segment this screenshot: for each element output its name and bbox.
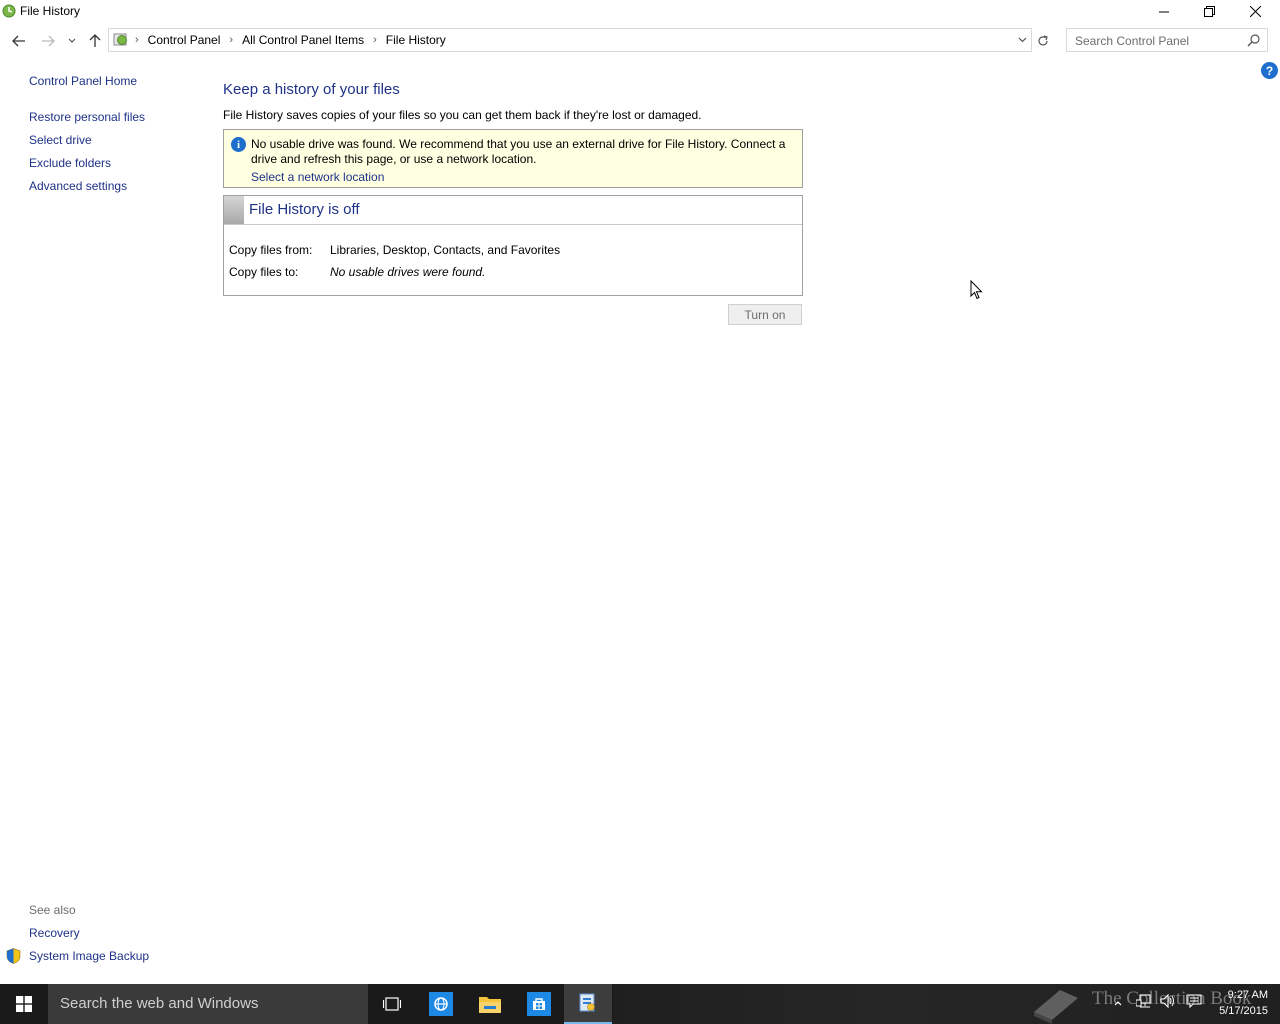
file-explorer-taskbar-button[interactable] <box>466 984 514 1024</box>
system-image-backup-link[interactable]: System Image Backup <box>29 949 149 963</box>
search-input[interactable] <box>1073 32 1247 50</box>
control-panel-home-link[interactable]: Control Panel Home <box>29 74 137 88</box>
start-button[interactable] <box>0 984 48 1024</box>
page-description: File History saves copies of your files … <box>223 108 702 122</box>
search-box[interactable] <box>1066 28 1268 52</box>
help-button[interactable]: ? <box>1261 62 1278 79</box>
info-message: No usable drive was found. We recommend … <box>251 137 786 166</box>
breadcrumb-separator-icon[interactable]: › <box>135 34 139 46</box>
restore-icon <box>1203 5 1215 17</box>
minimize-button[interactable] <box>1141 0 1187 22</box>
forward-arrow-icon <box>42 35 55 47</box>
control-panel-taskbar-button[interactable] <box>564 984 612 1024</box>
window-title: File History <box>20 4 81 18</box>
chevron-down-icon <box>1018 37 1026 43</box>
clock-date: 5/17/2015 <box>1219 1005 1268 1017</box>
speaker-icon <box>1160 993 1174 1009</box>
internet-explorer-taskbar-button[interactable] <box>417 984 465 1024</box>
info-icon: i <box>231 137 246 152</box>
internet-explorer-icon <box>429 992 453 1016</box>
taskbar: Search the web and Windows The Collectio… <box>0 984 1280 1024</box>
show-hidden-icons-button[interactable] <box>1114 994 1122 1009</box>
close-icon <box>1249 5 1261 17</box>
breadcrumb: › Control Panel › All Control Panel Item… <box>113 29 446 51</box>
select-network-location-link[interactable]: Select a network location <box>251 170 384 184</box>
address-bar[interactable]: › Control Panel › All Control Panel Item… <box>108 28 1032 52</box>
restore-personal-files-link[interactable]: Restore personal files <box>29 110 145 124</box>
close-button[interactable] <box>1232 0 1278 22</box>
status-header: File History is off <box>224 196 802 225</box>
search-icon[interactable] <box>1247 33 1261 47</box>
chevron-down-icon <box>68 38 76 43</box>
clock-time: 9:27 AM <box>1227 989 1268 1001</box>
store-taskbar-button[interactable] <box>515 984 563 1024</box>
copy-from-value: Libraries, Desktop, Contacts, and Favori… <box>330 243 561 257</box>
recent-locations-button[interactable] <box>62 32 82 50</box>
see-also-heading: See also <box>29 903 76 917</box>
refresh-button[interactable] <box>1034 32 1052 50</box>
volume-tray-button[interactable] <box>1160 993 1176 1011</box>
copy-from-label: Copy files from: <box>229 243 313 257</box>
refresh-icon <box>1038 35 1048 46</box>
select-drive-link[interactable]: Select drive <box>29 133 92 147</box>
exclude-folders-link[interactable]: Exclude folders <box>29 156 111 170</box>
breadcrumb-separator-icon[interactable]: › <box>373 34 377 46</box>
mouse-pointer-icon <box>970 280 983 300</box>
turn-on-button[interactable]: Turn on <box>728 304 802 325</box>
restore-button[interactable] <box>1186 0 1232 22</box>
info-bar: i No usable drive was found. We recommen… <box>223 129 803 188</box>
notification-icon <box>1186 994 1202 1009</box>
breadcrumb-all-items[interactable]: All Control Panel Items <box>242 33 364 47</box>
taskbar-search-box[interactable]: Search the web and Windows <box>48 984 368 1024</box>
title-bar: File History <box>0 0 1280 24</box>
task-view-icon <box>383 997 401 1011</box>
up-button[interactable] <box>85 32 105 50</box>
taskbar-clock[interactable]: 9:27 AM 5/17/2015 <box>1212 987 1268 1019</box>
status-title: File History is off <box>249 201 360 218</box>
status-panel: File History is off Copy files from: Lib… <box>223 195 803 296</box>
folder-icon <box>479 997 501 1013</box>
page-title: Keep a history of your files <box>223 81 400 98</box>
action-center-tray-button[interactable] <box>1186 994 1202 1011</box>
address-dropdown-button[interactable] <box>1015 32 1029 48</box>
file-history-app-icon <box>2 4 16 18</box>
book-watermark-icon <box>1034 990 1078 1024</box>
up-arrow-icon <box>89 34 101 47</box>
recovery-link[interactable]: Recovery <box>29 926 80 940</box>
advanced-settings-link[interactable]: Advanced settings <box>29 179 127 193</box>
breadcrumb-control-panel[interactable]: Control Panel <box>148 33 221 47</box>
store-icon <box>527 992 551 1016</box>
status-indicator-icon <box>224 196 244 224</box>
forward-button[interactable] <box>38 32 58 50</box>
network-icon <box>1135 994 1151 1008</box>
windows-logo-icon <box>16 996 32 1012</box>
uac-shield-icon <box>6 948 21 964</box>
copy-to-value: No usable drives were found. <box>330 265 486 279</box>
back-button[interactable] <box>9 32 29 50</box>
back-arrow-icon <box>12 35 25 47</box>
taskbar-search-placeholder: Search the web and Windows <box>60 995 259 1012</box>
breadcrumb-file-history[interactable]: File History <box>386 33 446 47</box>
copy-to-label: Copy files to: <box>229 265 299 279</box>
control-panel-icon <box>113 33 127 46</box>
navigation-bar: › Control Panel › All Control Panel Item… <box>0 28 1280 54</box>
control-panel-icon <box>579 993 595 1012</box>
task-view-button[interactable] <box>368 984 416 1024</box>
network-tray-button[interactable] <box>1135 994 1152 1011</box>
chevron-up-icon <box>1114 1001 1122 1006</box>
minimize-icon <box>1158 11 1169 12</box>
breadcrumb-separator-icon[interactable]: › <box>229 34 233 46</box>
